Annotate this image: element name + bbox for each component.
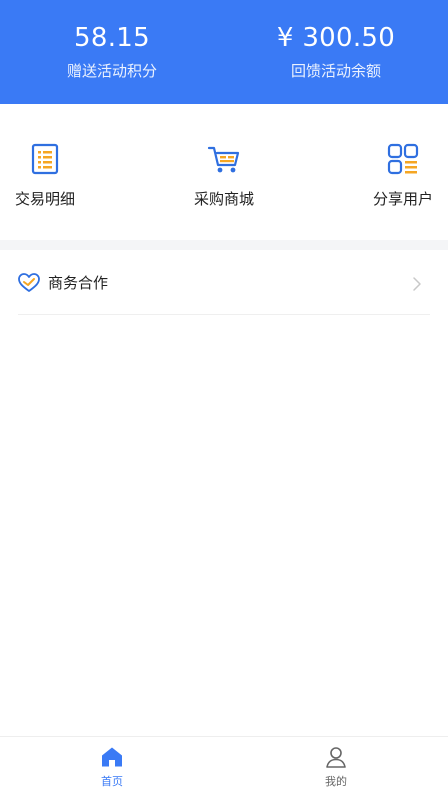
business-cooperation-row[interactable]: 商务合作 (0, 252, 448, 314)
share-users-label: 分享用户 (372, 190, 433, 208)
share-users-button[interactable]: 分享用户 (364, 142, 442, 209)
cart-icon (207, 146, 240, 173)
purchase-mall-button[interactable]: 采购商城 (185, 142, 263, 209)
section-divider (0, 240, 448, 250)
business-cooperation-label: 商务合作 (48, 274, 109, 292)
list-icon (31, 143, 59, 175)
tab-home[interactable]: 首页 (72, 745, 152, 789)
apps-grid-icon (387, 143, 419, 175)
transaction-details-button[interactable]: 交易明细 (6, 142, 84, 209)
summary-header: 58.15 赠送活动积分 ¥ 300.50 回馈活动余额 (0, 0, 448, 104)
bottom-tab-bar: 首页 我的 (0, 736, 448, 799)
transaction-details-label: 交易明细 (14, 190, 75, 208)
balance-label: 回馈活动余额 (290, 62, 381, 80)
tab-home-label: 首页 (101, 775, 123, 788)
balance-value: ¥ 300.50 (276, 23, 396, 53)
points-value: 58.15 (74, 23, 150, 53)
quick-actions-grid: 交易明细 采购商城 分享用户 (0, 104, 448, 240)
points-stat[interactable]: 58.15 赠送活动积分 (0, 0, 224, 104)
chevron-right-icon (413, 277, 421, 291)
purchase-mall-label: 采购商城 (193, 190, 254, 208)
home-icon (102, 747, 122, 767)
tab-mine-label: 我的 (325, 775, 347, 788)
user-icon (326, 747, 346, 768)
balance-stat[interactable]: ¥ 300.50 回馈活动余额 (224, 0, 448, 104)
tab-mine[interactable]: 我的 (296, 745, 376, 789)
row-divider (18, 314, 430, 315)
heart-handshake-icon (18, 273, 40, 292)
points-label: 赠送活动积分 (66, 62, 157, 80)
